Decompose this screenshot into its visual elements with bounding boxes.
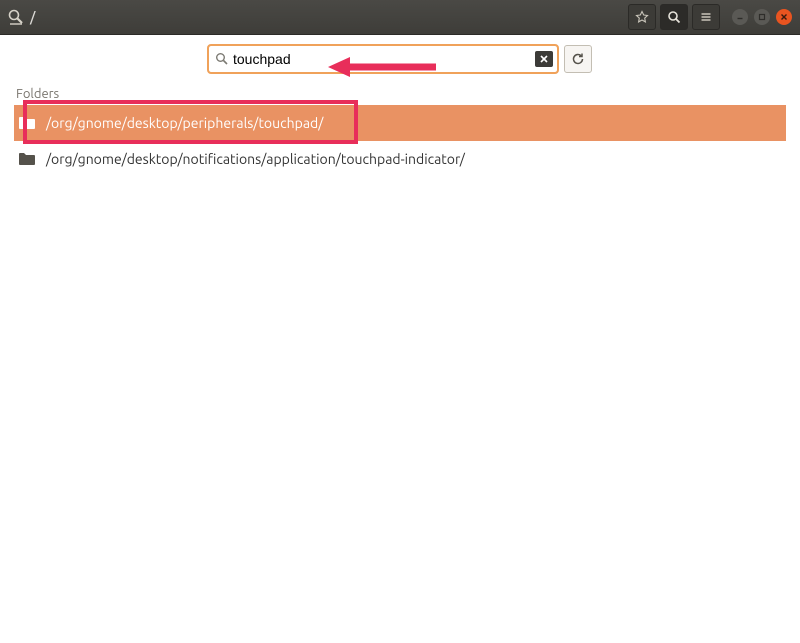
search-field-container bbox=[208, 45, 558, 73]
search-icon bbox=[215, 52, 229, 66]
folder-path-label: /org/gnome/desktop/notifications/applica… bbox=[46, 151, 465, 167]
app-icon bbox=[8, 9, 24, 25]
section-label-folders: Folders bbox=[16, 87, 786, 101]
search-bar-row bbox=[0, 35, 800, 81]
search-input[interactable] bbox=[229, 49, 535, 69]
folder-icon bbox=[18, 151, 36, 167]
folder-icon bbox=[18, 115, 36, 131]
search-button[interactable] bbox=[660, 4, 688, 30]
refresh-button[interactable] bbox=[564, 45, 592, 73]
maximize-button[interactable] bbox=[754, 9, 770, 25]
path-label: / bbox=[30, 9, 35, 25]
minimize-button[interactable] bbox=[732, 9, 748, 25]
clear-search-button[interactable] bbox=[535, 51, 553, 67]
folder-path-label: /org/gnome/desktop/peripherals/touchpad/ bbox=[46, 115, 323, 131]
close-button[interactable] bbox=[776, 9, 792, 25]
menu-button[interactable] bbox=[692, 4, 720, 30]
titlebar: / bbox=[0, 0, 800, 35]
folder-result-row[interactable]: /org/gnome/desktop/notifications/applica… bbox=[14, 141, 786, 177]
folder-result-row[interactable]: /org/gnome/desktop/peripherals/touchpad/ bbox=[14, 105, 786, 141]
bookmark-button[interactable] bbox=[628, 4, 656, 30]
results-content: Folders /org/gnome/desktop/peripherals/t… bbox=[0, 81, 800, 183]
